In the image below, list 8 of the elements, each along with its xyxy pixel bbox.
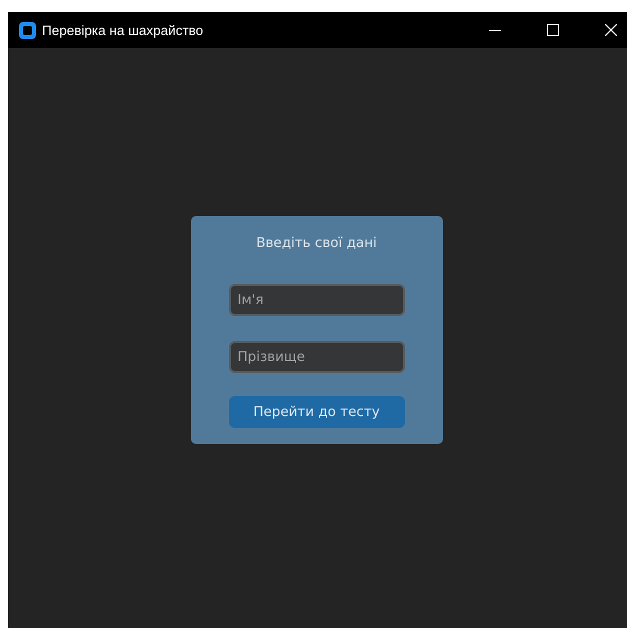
input-field[interactable]: Ім'я [228,284,404,316]
maximize-icon[interactable] [547,24,559,36]
app-icon [19,22,36,38]
input-field[interactable]: Прізвище [228,341,404,373]
form-heading: Введіть свої дані [256,235,377,251]
submit-button[interactable]: Перейти до тесту [228,396,404,428]
window-title: Перевірка на шахрайство [42,22,204,38]
close-icon[interactable] [605,24,617,36]
